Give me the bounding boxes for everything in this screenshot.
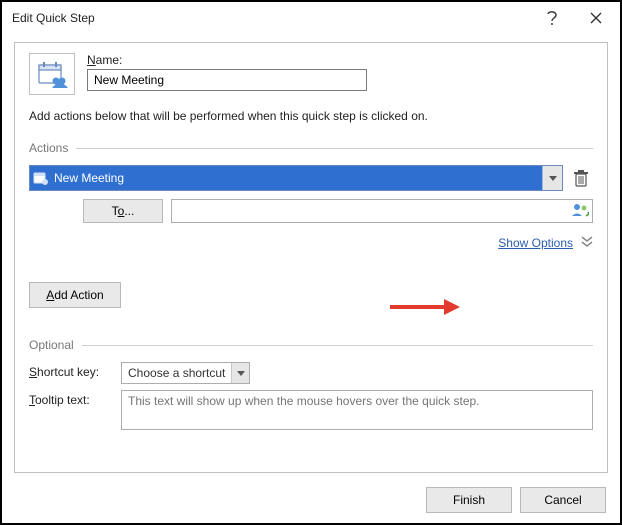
shortcut-select[interactable]: Choose a shortcut	[121, 362, 250, 384]
action-type-drop-icon[interactable]	[542, 166, 562, 190]
close-button[interactable]	[574, 3, 618, 33]
finish-button[interactable]: Finish	[426, 487, 512, 513]
title-bar: Edit Quick Step	[2, 2, 620, 34]
address-book-icon[interactable]	[571, 202, 589, 221]
actions-section-header: Actions	[29, 141, 593, 155]
dialog-body: Name: Add actions below that will be per…	[14, 42, 608, 473]
action-type-value: New Meeting	[52, 171, 542, 185]
add-action-button[interactable]: Add Action	[29, 282, 121, 308]
description-text: Add actions below that will be performed…	[29, 109, 593, 123]
to-button[interactable]: To...	[83, 199, 163, 223]
optional-section-header: Optional	[29, 338, 593, 352]
trash-icon	[573, 169, 589, 187]
close-icon	[590, 12, 602, 24]
meeting-icon	[30, 171, 52, 185]
expand-icon[interactable]	[581, 235, 593, 250]
quick-step-icon-button[interactable]	[29, 53, 75, 95]
help-button[interactable]	[530, 3, 574, 33]
shortcut-drop-icon	[231, 363, 249, 383]
tooltip-label: Tooltip text:	[29, 390, 115, 407]
to-input[interactable]	[171, 199, 593, 223]
show-options-link[interactable]: Show Options	[498, 236, 573, 250]
name-input[interactable]	[87, 69, 367, 91]
calendar-people-icon	[36, 59, 68, 89]
shortcut-label: Shortcut key:	[29, 362, 115, 379]
cancel-button[interactable]: Cancel	[520, 487, 606, 513]
name-label: Name:	[87, 53, 593, 67]
delete-action-button[interactable]	[569, 166, 593, 190]
help-icon	[546, 10, 558, 26]
action-type-combo[interactable]: New Meeting	[29, 165, 563, 191]
tooltip-textarea[interactable]	[121, 390, 593, 430]
window-title: Edit Quick Step	[12, 11, 530, 25]
shortcut-value: Choose a shortcut	[122, 366, 231, 380]
annotation-arrow	[388, 297, 460, 317]
